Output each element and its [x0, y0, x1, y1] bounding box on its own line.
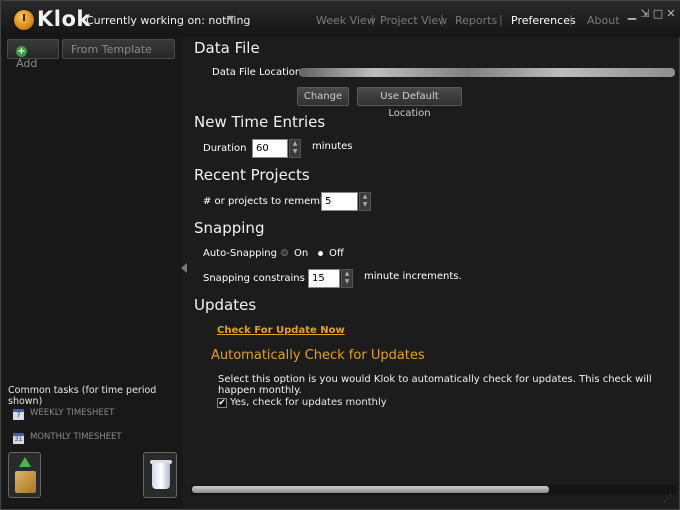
data-file-path — [299, 68, 675, 77]
nav-separator: | — [371, 13, 375, 26]
add-button[interactable]: +Add — [7, 39, 59, 70]
time-entries-heading: New Time Entries — [194, 113, 326, 131]
radio-label: Off — [329, 248, 344, 259]
minimize-icon[interactable]: ▁ — [626, 7, 638, 20]
snapping-constrain-input[interactable]: 15 — [308, 269, 340, 288]
use-default-location-button[interactable]: Use Default Location — [357, 87, 462, 119]
up-arrow-icon — [19, 457, 31, 467]
weekly-timesheet-link[interactable]: 7 WEEKLY TIMESHEET — [13, 408, 114, 420]
duration-input[interactable]: 60 — [252, 139, 288, 158]
current-task-label[interactable]: Currently working on: nothing — [86, 14, 250, 27]
task-label: MONTHLY TIMESHEET — [30, 432, 122, 442]
chevron-down-icon[interactable]: ▼ — [228, 14, 234, 23]
radio-unselected-icon — [281, 249, 288, 256]
snapping-heading: Snapping — [194, 219, 265, 237]
from-template-button[interactable]: From Template — [62, 39, 175, 59]
recent-projects-heading: Recent Projects — [194, 166, 310, 184]
add-label: Add — [16, 57, 38, 70]
app-window: Klok Currently working on: nothing ▼ Wee… — [0, 0, 680, 510]
tab-preferences[interactable]: Preferences — [511, 14, 576, 27]
nav-separator: | — [440, 13, 444, 26]
calendar-icon: 31 — [13, 433, 24, 444]
updates-heading: Updates — [194, 296, 257, 314]
tab-reports[interactable]: Reports — [455, 14, 497, 27]
auto-check-heading: Automatically Check for Updates — [211, 348, 425, 363]
auto-check-checkbox[interactable]: ✔ — [217, 398, 227, 408]
snapping-constrain-label: Snapping constrains to — [203, 273, 319, 284]
auto-check-description: Select this option is you would Klok to … — [218, 374, 652, 396]
task-label: WEEKLY TIMESHEET — [30, 408, 115, 418]
sidebar: +Add From Template Common tasks (for tim… — [2, 37, 182, 509]
duration-unit: minutes — [312, 141, 353, 152]
klok-clock-logo-icon — [14, 10, 34, 30]
projects-remember-stepper[interactable]: ▲ ▼ — [359, 192, 371, 211]
monthly-timesheet-link[interactable]: 31 MONTHLY TIMESHEET — [13, 432, 122, 444]
tab-project-view[interactable]: Project View — [380, 14, 447, 27]
maximize-icon[interactable]: □ — [652, 7, 664, 20]
restore-icon[interactable]: ⇲ — [639, 7, 651, 20]
duration-label: Duration — [203, 143, 247, 154]
title-bar: Klok Currently working on: nothing ▼ Wee… — [1, 1, 680, 37]
tab-about[interactable]: About — [587, 14, 620, 27]
resize-grip-icon[interactable]: ⋰ — [663, 494, 672, 504]
data-file-location-label: Data File Location — [212, 67, 302, 78]
snapping-off-radio[interactable]: Off — [318, 248, 344, 259]
scrollbar-thumb[interactable] — [192, 486, 549, 493]
duration-stepper[interactable]: ▲ ▼ — [289, 139, 301, 158]
auto-snapping-label: Auto-Snapping — [203, 248, 277, 259]
tab-week-view[interactable]: Week View — [316, 14, 376, 27]
common-tasks-title: Common tasks (for time period shown) — [8, 385, 157, 407]
calendar-icon: 7 — [13, 409, 24, 420]
snapping-on-radio[interactable]: On — [281, 248, 308, 259]
change-button[interactable]: Change — [297, 87, 349, 106]
projects-remember-label: # or projects to remember — [203, 196, 337, 207]
export-box-icon[interactable] — [8, 452, 41, 498]
radio-label: On — [294, 248, 309, 259]
snapping-unit: minute increments. — [364, 271, 462, 282]
app-title: Klok — [37, 7, 91, 31]
projects-remember-input[interactable]: 5 — [321, 192, 358, 211]
collapse-sidebar-icon[interactable] — [181, 263, 187, 273]
auto-check-checkbox-label[interactable]: Yes, check for updates monthly — [230, 397, 387, 408]
radio-selected-icon — [318, 251, 323, 256]
data-file-heading: Data File — [194, 39, 260, 57]
snapping-constrain-stepper[interactable]: ▲ ▼ — [341, 269, 353, 288]
plus-icon: + — [16, 46, 27, 57]
nav-separator: | — [499, 13, 503, 26]
nav-separator: | — [569, 13, 573, 26]
check-for-update-link[interactable]: Check For Update Now — [217, 325, 345, 336]
trash-icon[interactable] — [143, 452, 177, 498]
close-icon[interactable]: ✕ — [665, 7, 677, 20]
